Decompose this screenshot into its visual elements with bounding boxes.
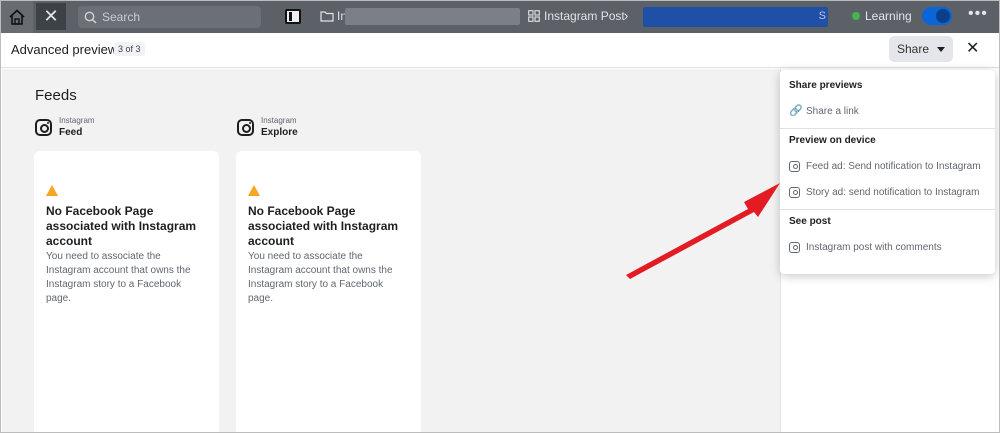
share-button-label: Share <box>896 42 930 56</box>
close-icon: ✕ <box>43 6 59 26</box>
section-title: Feeds <box>35 87 77 104</box>
placement-name: Feed <box>59 127 83 138</box>
status-dot-icon <box>852 12 860 20</box>
breadcrumb-folder[interactable]: In <box>320 9 347 23</box>
ad-toggle[interactable] <box>922 7 952 25</box>
folder-icon <box>320 11 334 22</box>
warning-icon <box>46 185 58 196</box>
instagram-icon <box>789 160 800 172</box>
menu-item-label: Share a link <box>806 105 859 117</box>
share-dropdown-menu: Share previews 🔗 Share a link Preview on… <box>780 70 995 274</box>
preview-card-explore: No Facebook Page associated with Instagr… <box>236 151 421 433</box>
menu-item-label: Feed ad: Send notification to Instagram <box>806 160 981 172</box>
instagram-icon <box>35 119 52 136</box>
menu-item-label: Instagram post with comments <box>806 241 942 253</box>
placement-platform: Instagram <box>261 116 297 125</box>
menu-item-label: Story ad: send notification to Instagram <box>806 186 980 198</box>
breadcrumb-post-label: Instagram Post <box>544 9 625 23</box>
placement-name: Explore <box>261 127 298 138</box>
menu-divider <box>780 209 995 210</box>
redacted-ad-name[interactable]: S <box>643 7 828 27</box>
learning-label: Learning <box>865 9 912 23</box>
menu-item-post-with-comments[interactable]: Instagram post with comments <box>780 234 995 260</box>
preview-count-badge: 3 of 3 <box>114 42 145 56</box>
warning-body: You need to associate the Instagram acco… <box>248 251 393 304</box>
browser-toolbar: ✕ In Instagram Post › S Learning ••• <box>0 0 1000 33</box>
warning-body: You need to associate the Instagram acco… <box>46 251 191 304</box>
link-icon: 🔗 <box>789 104 803 117</box>
menu-heading-see-post: See post <box>789 216 831 227</box>
page-title: Advanced preview <box>11 42 118 57</box>
breadcrumb-post[interactable]: Instagram Post <box>528 9 625 23</box>
more-options-icon[interactable]: ••• <box>968 5 988 23</box>
close-preview-button[interactable]: ✕ <box>966 38 979 58</box>
chevron-right-icon: › <box>624 8 629 23</box>
warning-title: No Facebook Page associated with Instagr… <box>46 204 197 248</box>
placement-header-explore: Instagram Explore <box>237 116 298 138</box>
annotation-arrow-icon <box>626 183 780 279</box>
search-input[interactable] <box>102 10 252 24</box>
menu-heading-preview-on-device: Preview on device <box>789 135 876 146</box>
menu-item-feed-ad[interactable]: Feed ad: Send notification to Instagram <box>780 153 995 179</box>
menu-item-share-link[interactable]: 🔗 Share a link <box>780 98 995 124</box>
share-button[interactable]: Share <box>889 36 953 62</box>
learning-status: Learning <box>852 9 912 23</box>
instagram-icon <box>237 119 254 136</box>
warning-title: No Facebook Page associated with Instagr… <box>248 204 399 248</box>
redacted-breadcrumb <box>345 8 520 25</box>
breadcrumb-tail: S <box>818 10 826 22</box>
search-icon <box>84 11 97 24</box>
preview-header: Advanced preview 3 of 3 Share ✕ <box>0 33 1000 68</box>
warning-icon <box>248 185 260 196</box>
placement-platform: Instagram <box>59 116 95 125</box>
placement-header-feed: Instagram Feed <box>35 116 95 138</box>
home-icon <box>8 8 25 25</box>
menu-heading-share-previews: Share previews <box>789 80 863 91</box>
close-tab-button[interactable]: ✕ <box>36 3 66 30</box>
preview-card-feed: No Facebook Page associated with Instagr… <box>34 151 219 433</box>
grid-icon <box>528 10 540 22</box>
caret-down-icon <box>937 46 946 52</box>
home-button[interactable] <box>0 0 33 33</box>
sidebar-toggle-icon[interactable] <box>285 9 301 24</box>
menu-item-story-ad[interactable]: Story ad: send notification to Instagram <box>780 179 995 205</box>
search-box[interactable] <box>78 6 261 28</box>
menu-divider <box>780 128 995 129</box>
